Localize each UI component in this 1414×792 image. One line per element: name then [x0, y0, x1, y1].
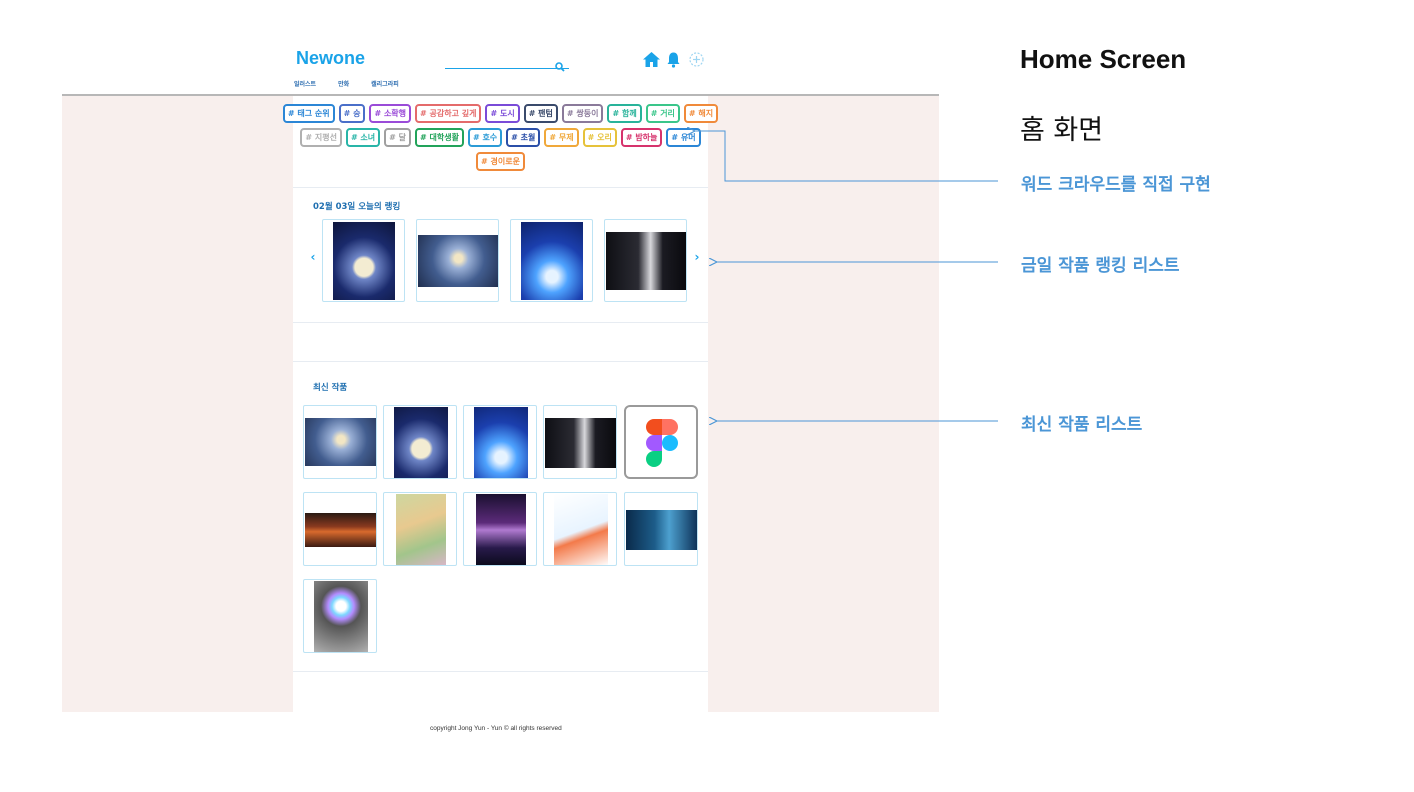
- tag-row: # 태그 순위 # 숭 # 소확행 # 공감하고 깊게 # 도시 # 팬텀 # 쌍둥이 # 함…: [282, 104, 719, 123]
- artwork-deep-sea: [626, 510, 697, 550]
- artwork-fish: [554, 494, 608, 565]
- section-divider: [293, 322, 708, 323]
- ranking-card[interactable]: [604, 219, 687, 302]
- recent-card[interactable]: [383, 405, 457, 479]
- tag-chip[interactable]: # 해지: [683, 104, 719, 123]
- recent-card[interactable]: [543, 492, 617, 566]
- annotation-label-wordcloud: 워드 크라우드를 직접 구현: [1021, 175, 1211, 195]
- artwork-night-nebula: [305, 418, 376, 466]
- tag-chip[interactable]: # 숭: [338, 104, 366, 123]
- tag-row: # 지평선 # 소녀 # 달 # 대학생활 # 호수 # 초월 # 무제 # 오리 # 밤하늘 #…: [293, 128, 708, 147]
- ranking-card[interactable]: [416, 219, 499, 302]
- tag-chip[interactable]: # 쌍둥이: [561, 104, 604, 123]
- tag-chip[interactable]: # 소녀: [345, 128, 381, 147]
- tag-cloud: # 태그 순위 # 숭 # 소확행 # 공감하고 깊게 # 도시 # 팬텀 # 쌍둥이 # 함…: [282, 104, 719, 188]
- artwork-blue-moon-sea: [521, 222, 583, 300]
- artwork-galaxy: [476, 494, 526, 565]
- ranking-card[interactable]: [322, 219, 405, 302]
- tag-chip[interactable]: # 경이로운: [476, 152, 525, 171]
- search-input[interactable]: [445, 63, 549, 74]
- ranking-title: 02월 03일 오늘의 랭킹: [313, 202, 401, 212]
- recent-card[interactable]: [624, 492, 698, 566]
- ranking-list: ‹ ›: [293, 216, 708, 302]
- recent-card[interactable]: [303, 405, 377, 479]
- tag-chip[interactable]: # 지평선: [300, 128, 342, 147]
- recent-card[interactable]: [624, 405, 698, 479]
- tag-chip[interactable]: # 대학생활: [415, 128, 464, 147]
- tag-chip[interactable]: # 태그 순위: [282, 104, 335, 123]
- recent-card[interactable]: [383, 492, 457, 566]
- tag-chip[interactable]: # 도시: [485, 104, 520, 123]
- add-user-icon[interactable]: [688, 51, 705, 68]
- footer-copyright: copyright Jong Yun - Yun © all rights re…: [430, 725, 562, 732]
- home-icon[interactable]: [642, 51, 660, 68]
- chevron-right-icon[interactable]: ›: [691, 250, 703, 264]
- artwork-moon-girl: [333, 222, 395, 300]
- section-divider: [293, 671, 708, 672]
- recent-title: 최신 작품: [313, 383, 348, 393]
- search-icon[interactable]: [555, 57, 565, 72]
- ranking-card[interactable]: [510, 219, 593, 302]
- artwork-stage: [305, 513, 376, 547]
- tag-row: # 경이로운: [293, 152, 708, 171]
- tag-chip[interactable]: # 공감하고 깊게: [415, 104, 482, 123]
- tag-chip[interactable]: # 초월: [506, 128, 541, 147]
- tag-chip[interactable]: # 소확행: [369, 104, 412, 123]
- annotation-subtitle: 홈 화면: [1020, 115, 1104, 146]
- recent-card[interactable]: [543, 405, 617, 479]
- tag-chip[interactable]: # 달: [384, 128, 412, 147]
- artwork-dark-portrait: [606, 232, 686, 290]
- tag-chip[interactable]: # 오리: [582, 128, 617, 147]
- artwork-night-nebula: [418, 235, 498, 287]
- app-logo[interactable]: Newone: [296, 48, 365, 69]
- tag-chip[interactable]: # 팬텀: [523, 104, 558, 123]
- tag-chip[interactable]: # 호수: [467, 128, 503, 147]
- nav-item-comic[interactable]: 만화: [338, 79, 349, 88]
- tag-chip[interactable]: # 함께: [607, 104, 642, 123]
- recent-card[interactable]: [303, 579, 377, 653]
- annotation-label-ranking: 금일 작품 랭킹 리스트: [1021, 256, 1180, 276]
- chevron-left-icon[interactable]: ‹: [307, 250, 319, 264]
- artwork-moon-girl: [394, 407, 448, 478]
- artwork-blue-moon-sea: [474, 407, 528, 478]
- recent-card[interactable]: [463, 405, 537, 479]
- tag-chip[interactable]: # 유머: [666, 128, 701, 147]
- tag-chip[interactable]: # 밤하늘: [620, 128, 663, 147]
- header-icons: [642, 51, 705, 68]
- bell-icon[interactable]: [665, 51, 682, 68]
- section-divider: [293, 361, 708, 362]
- annotation-title: Home Screen: [1020, 44, 1187, 74]
- artwork-orb: [314, 581, 368, 652]
- search-bar: [445, 56, 569, 74]
- main-nav: 일러스트 만화 캘리그라피: [294, 79, 399, 88]
- tag-chip[interactable]: # 거리: [645, 104, 680, 123]
- figma-logo-icon: [646, 419, 678, 467]
- recent-card[interactable]: [303, 492, 377, 566]
- nav-item-calligraphy[interactable]: 캘리그라피: [371, 79, 399, 88]
- artwork-fairy-garden: [396, 494, 446, 565]
- main-content: # 태그 순위 # 숭 # 소확행 # 공감하고 깊게 # 도시 # 팬텀 # 쌍둥이 # 함…: [282, 96, 719, 712]
- artwork-dark-portrait: [545, 418, 616, 468]
- recent-card[interactable]: [463, 492, 537, 566]
- annotation-label-recent: 최신 작품 리스트: [1021, 415, 1143, 435]
- nav-item-illust[interactable]: 일러스트: [294, 79, 316, 88]
- tag-chip[interactable]: # 무제: [544, 128, 579, 147]
